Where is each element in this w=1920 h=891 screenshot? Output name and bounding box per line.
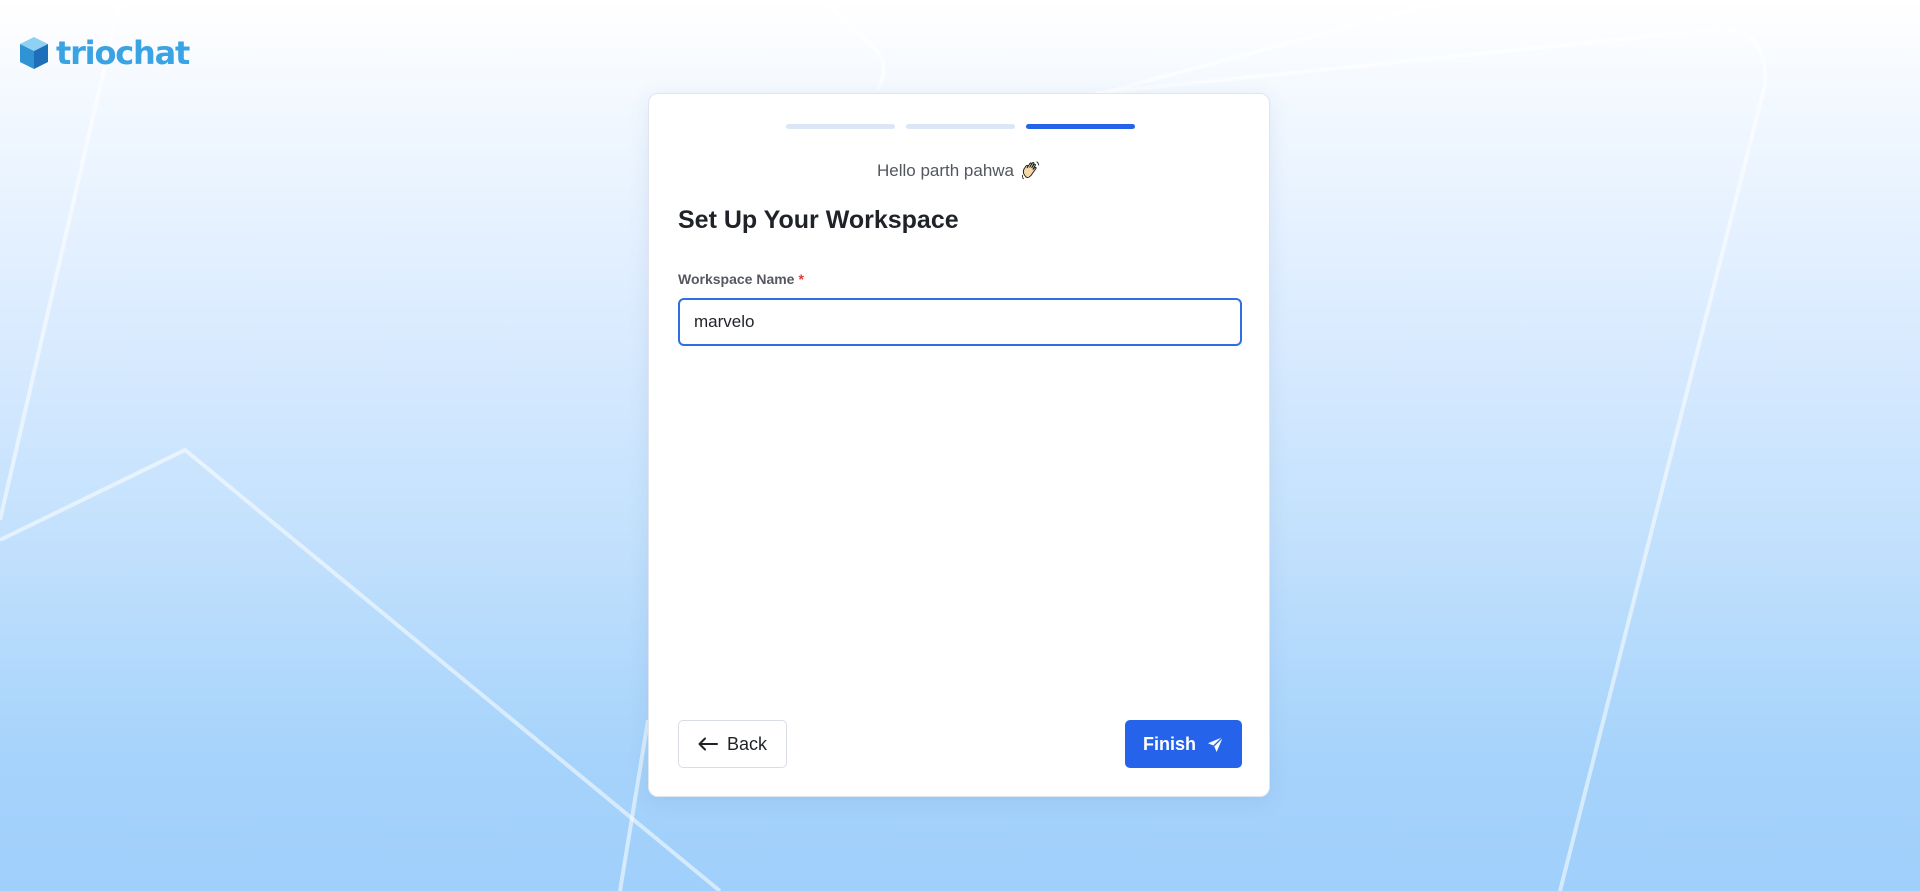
back-button[interactable]: Back <box>678 720 787 768</box>
greeting: Hello parth pahwa <box>649 160 1269 181</box>
progress-step-2 <box>906 124 1015 129</box>
back-button-label: Back <box>726 733 768 754</box>
page-title: Set Up Your Workspace <box>678 206 959 234</box>
arrow-left-icon <box>698 737 718 751</box>
progress-step-1 <box>786 124 895 129</box>
send-icon <box>1207 735 1224 753</box>
workspace-name-label: Workspace Name * <box>678 271 804 287</box>
workspace-name-input[interactable] <box>678 298 1242 346</box>
cube-logo-icon <box>18 35 50 71</box>
brand-logo[interactable]: triochat <box>18 34 190 72</box>
workspace-setup-card: Hello parth pahwa Set Up Your Workspace … <box>648 93 1270 797</box>
brand-name: triochat <box>56 34 190 72</box>
finish-button[interactable]: Finish <box>1125 720 1242 768</box>
finish-button-label: Finish <box>1143 733 1196 754</box>
greeting-text: Hello parth pahwa <box>876 160 1015 180</box>
waving-hand-icon <box>1020 160 1041 181</box>
workspace-name-label-text: Workspace Name <box>678 271 795 287</box>
progress-step-3 <box>1026 124 1135 129</box>
required-asterisk: * <box>798 271 804 287</box>
progress-steps <box>786 124 1135 129</box>
